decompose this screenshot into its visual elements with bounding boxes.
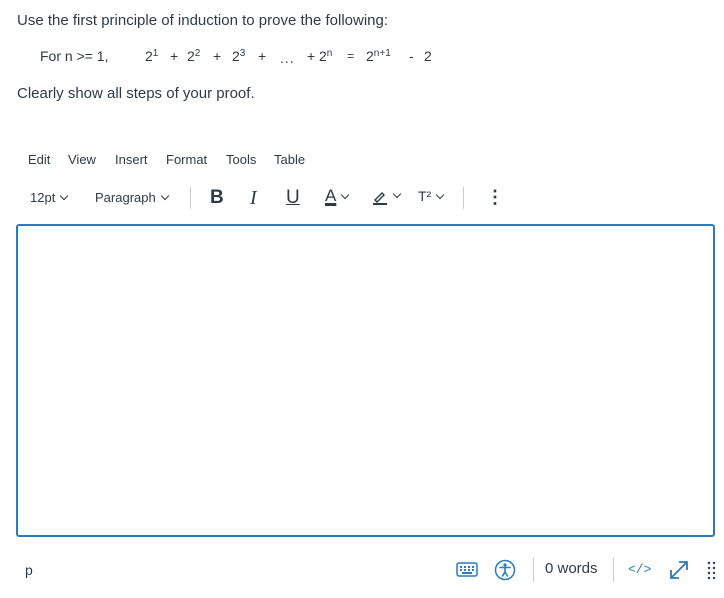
formula-plus: + <box>307 48 316 64</box>
keyboard-shortcuts-button[interactable] <box>456 560 478 581</box>
formula-plus: + <box>213 48 222 64</box>
formula-rhs-power: 2n+1 <box>366 48 391 64</box>
menu-insert[interactable]: Insert <box>115 152 148 167</box>
chevron-down-icon <box>435 190 445 200</box>
chevron-down-icon <box>60 191 69 201</box>
toolbar-divider <box>190 187 191 209</box>
bold-button[interactable]: B <box>210 187 224 209</box>
editor-statusbar: p 0 words </> <box>0 558 724 582</box>
editor-toolbar: 12pt Paragraph B I U A T² ⋮ <box>0 186 724 210</box>
accessibility-checker-button[interactable] <box>494 559 516 584</box>
formula-plus: + <box>170 48 179 64</box>
toolbar-divider <box>463 187 464 209</box>
menu-view[interactable]: View <box>68 152 96 167</box>
menu-edit[interactable]: Edit <box>28 152 50 167</box>
formula-term-1: 21 <box>145 48 159 64</box>
font-size-dropdown[interactable]: 12pt <box>30 190 69 205</box>
chevron-down-icon <box>160 191 169 201</box>
chevron-down-icon <box>392 189 402 199</box>
formula-term-2: 22 <box>187 48 201 64</box>
block-format-value: Paragraph <box>95 190 156 205</box>
highlighter-icon <box>373 191 387 205</box>
question-note: Clearly show all steps of your proof. <box>17 85 255 102</box>
superscript-button[interactable]: T² <box>418 188 445 204</box>
formula-plus: + <box>258 48 267 64</box>
text-color-icon: A <box>325 186 337 205</box>
editor-content-area[interactable] <box>16 224 715 537</box>
superscript-icon: T² <box>418 188 432 204</box>
question-instruction: Use the first principle of induction to … <box>17 12 389 29</box>
accessibility-icon <box>494 559 516 581</box>
statusbar-divider <box>533 558 534 582</box>
formula-ellipsis: ... <box>280 50 295 66</box>
formula-constant: 2 <box>424 48 432 64</box>
formula-minus: - <box>409 48 414 64</box>
more-options-button[interactable]: ⋮ <box>486 187 504 208</box>
element-path[interactable]: p <box>25 562 33 578</box>
formula-prefix: For n >= 1, <box>40 48 109 64</box>
block-format-dropdown[interactable]: Paragraph <box>95 190 169 205</box>
menu-format[interactable]: Format <box>166 152 207 167</box>
formula-term-n: 2n <box>319 48 333 64</box>
word-count[interactable]: 0 words <box>545 560 598 577</box>
fullscreen-button[interactable] <box>667 558 691 585</box>
menu-tools[interactable]: Tools <box>226 152 256 167</box>
formula-term-3: 23 <box>232 48 246 64</box>
italic-button[interactable]: I <box>250 187 257 210</box>
underline-button[interactable]: U <box>286 187 300 209</box>
formula-equals: = <box>347 49 355 63</box>
font-size-value: 12pt <box>30 190 56 205</box>
html-editor-toggle[interactable]: </> <box>628 562 651 577</box>
menu-table[interactable]: Table <box>274 152 305 167</box>
highlight-color-button[interactable] <box>372 188 402 205</box>
text-color-button[interactable]: A <box>325 186 350 206</box>
drag-handle-icon <box>707 561 716 580</box>
keyboard-icon <box>456 562 478 577</box>
chevron-down-icon <box>341 190 350 200</box>
resize-handle[interactable] <box>706 560 718 583</box>
expand-icon <box>670 561 688 579</box>
statusbar-divider <box>613 558 614 582</box>
